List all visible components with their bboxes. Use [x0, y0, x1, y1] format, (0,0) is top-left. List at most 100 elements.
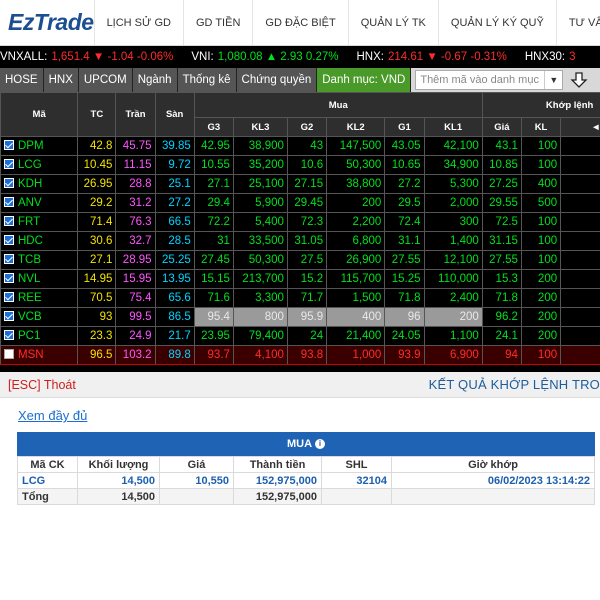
row-checkbox[interactable] — [4, 273, 14, 283]
col-price: Giá — [159, 456, 234, 473]
cell-floor: 9.72 — [154, 155, 195, 175]
row-checkbox[interactable] — [4, 254, 14, 264]
symbol-text: REE — [18, 292, 42, 304]
cell-symbol[interactable]: MSN — [0, 345, 79, 365]
cell-bid-kl2: 21,400 — [326, 326, 386, 346]
ticker-vni: VNI: 1,080.08 ▲ 2.93 0.27% — [191, 51, 338, 63]
col-header-g2[interactable]: G2 — [286, 117, 328, 137]
cell-symbol[interactable]: LCG — [0, 155, 79, 175]
col-header-kl3[interactable]: KL3 — [232, 117, 288, 137]
cell-ceiling: 24.9 — [115, 326, 156, 346]
match-result-table: Mã CK Khối lượng Giá Thành tiền SHL Giờ … — [17, 456, 595, 505]
eztrade-logo[interactable]: EzTrade — [0, 9, 94, 36]
col-header-symbol[interactable]: Mã — [0, 92, 79, 137]
board-row-frt[interactable]: FRT 71.4 76.3 66.5 72.2 5,400 72.3 2,200 72.4 300… — [0, 212, 600, 232]
cell-symbol[interactable]: HDC — [0, 231, 79, 251]
board-row-tcb[interactable]: TCB 27.1 28.95 25.25 27.45 50,300 27.5 26,900 27… — [0, 250, 600, 270]
nav-cash-trading[interactable]: GD TIỀN — [182, 0, 252, 45]
col-header-ceiling[interactable]: Trần — [115, 92, 156, 137]
cell-change-pct: 1.1 % — [560, 174, 600, 194]
cell-ceiling: 99.5 — [115, 307, 156, 327]
result-match-time: 06/02/2023 13:14:22 — [391, 472, 595, 489]
tab-sector[interactable]: Ngành — [132, 68, 178, 92]
row-checkbox[interactable] — [4, 349, 14, 359]
cell-match-price: 29.55 — [481, 193, 522, 213]
row-checkbox[interactable] — [4, 330, 14, 340]
board-row-kdh[interactable]: KDH 26.95 28.8 25.1 27.1 25,100 27.15 38,800 27.… — [0, 174, 600, 194]
info-icon[interactable]: i — [315, 439, 326, 449]
cell-bid-g2: 27.15 — [286, 174, 328, 194]
view-full-link[interactable]: Xem đầy đủ — [18, 408, 87, 423]
col-header-volume[interactable]: KL — [520, 117, 562, 137]
board-row-vcb[interactable]: VCB9399.586.595.480095.94009620096.22003… — [0, 307, 600, 327]
cell-symbol[interactable]: DPM — [0, 136, 79, 156]
board-row-pc1[interactable]: PC1 23.3 24.9 21.7 23.95 79,400 24 21,400 24.05 1… — [0, 326, 600, 346]
row-checkbox[interactable] — [4, 235, 14, 245]
cell-symbol[interactable]: REE — [0, 288, 79, 308]
board-row-ree[interactable]: REE 70.5 75.4 65.6 71.6 3,300 71.7 1,500 71.8 2,4… — [0, 288, 600, 308]
board-row-msn[interactable]: MSN 96.5 103.2 89.8 93.7 4,100 93.8 1,000 93.9 6,… — [0, 345, 600, 365]
board-row-nvl[interactable]: NVL 14.95 15.95 13.95 15.15 213,700 15.2 115,70… — [0, 269, 600, 289]
add-symbol-select[interactable]: Thêm mã vào danh mục ▼ — [415, 70, 564, 90]
board-row-anv[interactable]: ANV 29.2 31.2 27.2 29.4 5,900 29.45 200 29.5 2,00… — [0, 193, 600, 213]
cell-bid-kl2: 400 — [326, 307, 386, 327]
symbol-text: ANV — [18, 197, 42, 209]
col-header-ref[interactable]: TC — [77, 92, 117, 137]
cell-bid-g1: 27.2 — [384, 174, 425, 194]
chevron-down-icon[interactable]: ▼ — [544, 71, 562, 89]
board-row-lcg[interactable]: LCG 10.45 11.15 9.72 10.55 35,200 10.6 50,300 10… — [0, 155, 600, 175]
cell-symbol[interactable]: VCB — [0, 307, 79, 327]
result-row[interactable]: LCG 14,500 10,550 152,975,000 32104 06/0… — [17, 472, 595, 489]
cell-symbol[interactable]: KDH — [0, 174, 79, 194]
row-checkbox[interactable] — [4, 311, 14, 321]
tab-warrants[interactable]: Chứng quyền — [236, 68, 318, 92]
cell-symbol[interactable]: TCB — [0, 250, 79, 270]
col-header-floor[interactable]: Sàn — [154, 92, 195, 137]
nav-special-trading[interactable]: GD ĐẶC BIỆT — [252, 0, 347, 45]
col-header-g3[interactable]: G3 — [193, 117, 234, 137]
cell-symbol[interactable]: PC1 — [0, 326, 79, 346]
tab-statistics[interactable]: Thống kê — [177, 68, 237, 92]
row-checkbox[interactable] — [4, 159, 14, 169]
cell-bid-kl2: 6,800 — [326, 231, 386, 251]
row-checkbox[interactable] — [4, 292, 14, 302]
cell-match-price: 43.1 — [481, 136, 522, 156]
row-checkbox[interactable] — [4, 178, 14, 188]
nav-trade-history[interactable]: LỊCH SỬ GD — [93, 0, 183, 45]
tab-hnx[interactable]: HNX — [43, 68, 79, 92]
cell-match-price: 27.55 — [481, 250, 522, 270]
cell-floor: 21.7 — [154, 326, 195, 346]
cell-symbol[interactable]: FRT — [0, 212, 79, 232]
row-checkbox[interactable] — [4, 216, 14, 226]
tab-hose[interactable]: HOSE — [0, 68, 44, 92]
down-arrow-icon: ▼ — [92, 51, 105, 63]
exit-link[interactable]: [ESC] Thoát — [0, 378, 76, 392]
cell-floor: 86.5 — [154, 307, 195, 327]
board-row-dpm[interactable]: DPM 42.8 45.75 39.85 42.95 38,900 43 147,500 43.… — [0, 136, 600, 156]
cell-bid-g2: 10.6 — [286, 155, 328, 175]
cell-symbol[interactable]: ANV — [0, 193, 79, 213]
col-header-kl2[interactable]: KL2 — [326, 117, 386, 137]
col-header-g1[interactable]: G1 — [384, 117, 425, 137]
tab-watchlist-vnd[interactable]: Danh mục: VND — [317, 68, 412, 92]
ticker-name: VNI: — [191, 51, 214, 63]
cell-bid-g3: 71.6 — [193, 288, 234, 308]
board-row-hdc[interactable]: HDC 30.6 32.7 28.5 31 33,500 31.05 6,800 31.1 1,4… — [0, 231, 600, 251]
row-checkbox[interactable] — [4, 197, 14, 207]
nav-investment-advice[interactable]: TƯ VẤN ĐẦU — [555, 0, 600, 45]
cell-match-price: 96.2 — [481, 307, 522, 327]
nav-margin-management[interactable]: QUẢN LÝ KÝ QUỸ — [437, 0, 556, 45]
ticker-change: -0.67 — [440, 51, 468, 63]
nav-account-management[interactable]: QUẢN LÝ TK — [347, 0, 438, 45]
cell-ceiling: 76.3 — [115, 212, 156, 232]
download-arrow-icon[interactable] — [567, 68, 591, 92]
col-header-price[interactable]: Giá — [481, 117, 522, 137]
col-header-change-toggle[interactable]: ◄ +/- ► — [560, 117, 600, 137]
cell-bid-g3: 15.15 — [193, 269, 234, 289]
tab-upcom[interactable]: UPCOM — [78, 68, 133, 92]
row-checkbox[interactable] — [4, 140, 14, 150]
cell-symbol[interactable]: NVL — [0, 269, 79, 289]
col-header-kl1[interactable]: KL1 — [423, 117, 483, 137]
cell-bid-kl1: 1,400 — [423, 231, 483, 251]
symbol-text: MSN — [18, 349, 44, 361]
